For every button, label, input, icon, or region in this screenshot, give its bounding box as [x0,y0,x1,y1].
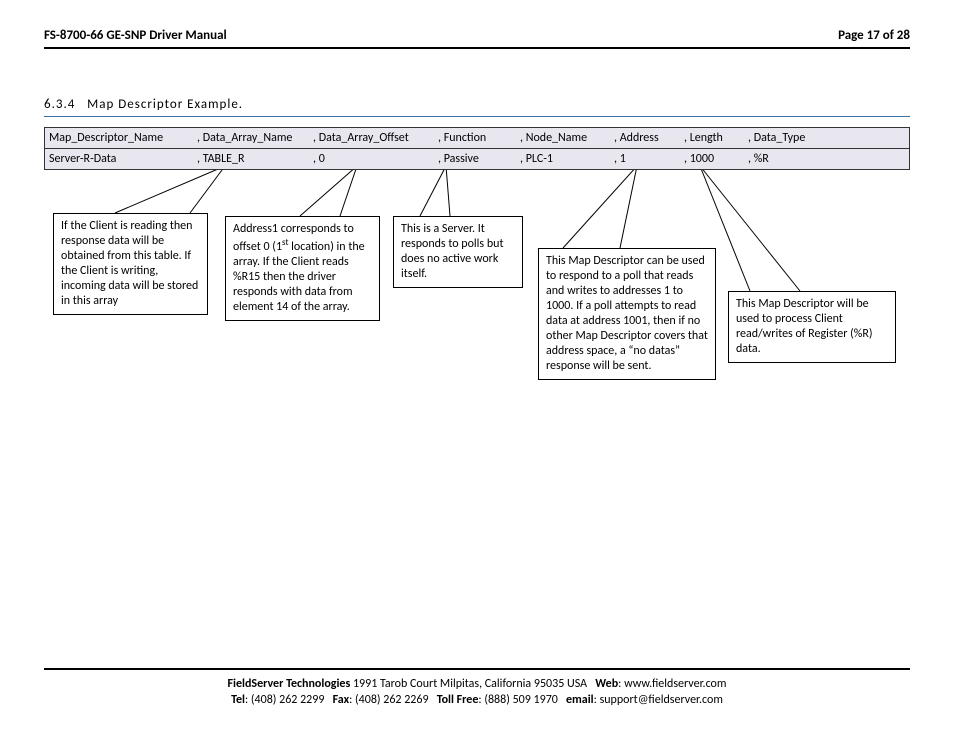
val-length: , 1000 [680,149,744,169]
footer-web-label: Web [595,677,618,691]
footer-tel: (408) 262 2299 [251,693,325,707]
col-map-descriptor-name: Map_Descriptor_Name [45,128,193,148]
col-data-array-offset: , Data_Array_Offset [309,128,434,148]
val-map-descriptor-name: Server-R-Data [45,149,193,169]
footer-tollfree: (888) 509 1970 [484,693,558,707]
callout-data-type: This Map Descriptor will be used to proc… [728,291,896,363]
table-data-row: Server-R-Data , TABLE_R , 0 , Passive , … [45,149,909,169]
section-underline [44,116,910,117]
val-data-array-offset: , 0 [309,149,434,169]
footer-address: 1991 Tarob Court Milpitas, California 95… [353,677,587,691]
val-address: , 1 [610,149,680,169]
col-length: , Length [680,128,744,148]
val-data-type: , %R [744,149,832,169]
section-number: 6.3.4 [44,97,75,112]
page-number: Page 17 of 28 [838,28,910,43]
val-node-name: , PLC-1 [516,149,610,169]
footer-fax-label: Fax [333,693,350,707]
col-function: , Function [434,128,516,148]
callout-data-array: If the Client is reading then response d… [53,213,208,315]
col-address: , Address [610,128,680,148]
footer-company: FieldServer Technologies [228,677,351,691]
footer-email: support@fieldserver.com [600,693,723,707]
footer-web: www.fieldserver.com [624,677,726,691]
page-footer: FieldServer Technologies 1991 Tarob Cour… [44,668,910,708]
col-data-type: , Data_Type [744,128,832,148]
val-function: , Passive [434,149,516,169]
footer-tollfree-label: Toll Free [437,693,479,707]
page-header: FS-8700-66 GE-SNP Driver Manual Page 17 … [44,28,910,45]
map-descriptor-table: Map_Descriptor_Name , Data_Array_Name , … [44,127,910,170]
footer-line2: Tel: (408) 262 2299 Fax: (408) 262 2269 … [44,692,910,708]
footer-fax: (408) 262 2269 [355,693,429,707]
section: 6.3.4 Map Descriptor Example. Map_Descri… [44,97,910,170]
section-title: Map Descriptor Example. [87,97,243,112]
val-data-array-name: , TABLE_R [193,149,309,169]
footer-line1: FieldServer Technologies 1991 Tarob Cour… [44,676,910,692]
header-rule [44,47,910,49]
footer-email-label: email [566,693,594,707]
callout-function: This is a Server. It responds to polls b… [393,216,523,288]
table-header-row: Map_Descriptor_Name , Data_Array_Name , … [45,128,909,149]
col-node-name: , Node_Name [516,128,610,148]
callout-address-length: This Map Descriptor can be used to respo… [538,248,716,380]
section-heading: 6.3.4 Map Descriptor Example. [44,97,910,114]
col-data-array-name: , Data_Array_Name [193,128,309,148]
callout-offset: Address1 corresponds to offset 0 (1st lo… [225,216,380,321]
footer-tel-label: Tel [231,693,245,707]
doc-title: FS-8700-66 GE-SNP Driver Manual [44,28,227,43]
